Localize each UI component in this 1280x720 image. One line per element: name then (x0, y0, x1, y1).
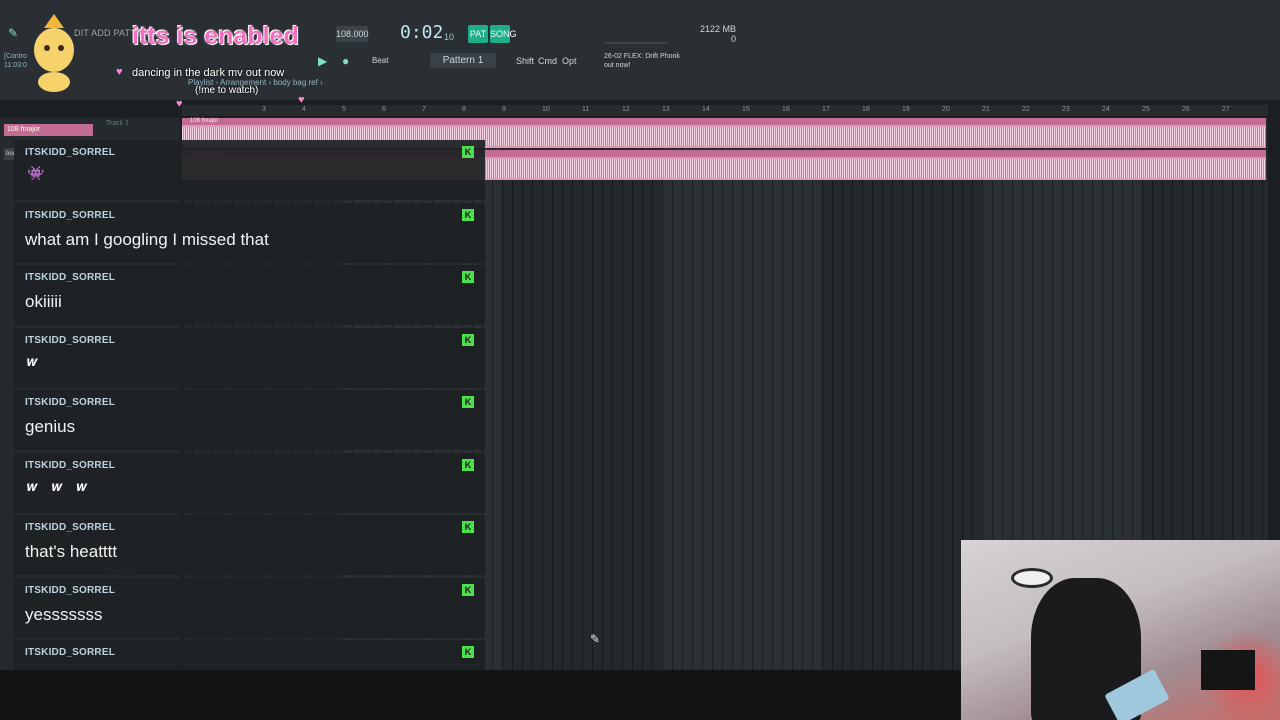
chat-text: okiiiii (25, 292, 62, 311)
ruler-bar-number: 4 (302, 106, 306, 113)
time-display: 0:02 (400, 22, 444, 43)
ruler-bar-number: 13 (662, 106, 670, 113)
chat-message: ITSKIDD_SORREL Kthat's heatttt (14, 515, 485, 575)
chat-message: ITSKIDD_SORREL Kokiiiii (14, 265, 485, 325)
pattern-selector[interactable]: Pattern 1 (430, 53, 496, 68)
cpu-memory-meter: 2122 MB 0 (700, 24, 737, 44)
chat-text: yesssssss (25, 604, 103, 624)
ruler-bar-number: 15 (742, 106, 750, 113)
ruler-bar-number: 21 (982, 106, 990, 113)
shift-key[interactable]: Shift (516, 54, 534, 68)
tempo-display[interactable]: 108.000 (336, 26, 369, 42)
chat-username: ITSKIDD_SORREL (25, 459, 116, 471)
cursor-icon: ✎ (590, 632, 601, 646)
kick-badge-icon: K (462, 646, 474, 658)
time-frames: 10 (444, 32, 455, 42)
chat-username: ITSKIDD_SORREL (25, 647, 116, 658)
snap-beat-label[interactable]: Beat (372, 56, 388, 65)
ruler-bar-number: 26 (1182, 106, 1190, 113)
waveform-monitor (604, 28, 668, 44)
ruler-bar-number: 8 (462, 106, 466, 113)
stream-chat-overlay: ITSKIDD_SORREL K 👾 ITSKIDD_SORREL Kwhat am I… (14, 140, 485, 700)
ruler-bar-number: 17 (822, 106, 830, 113)
kick-badge-icon: K (462, 208, 474, 221)
chat-message: ITSKIDD_SORREL K𝒘 𝒘 𝒘 (14, 452, 485, 513)
track-label[interactable]: Track 1 (106, 120, 129, 127)
chat-text: that's heatttt (25, 542, 118, 561)
chat-username: ITSKIDD_SORREL (25, 522, 116, 533)
heart-icon: ♥ (116, 66, 123, 78)
ruler-bar-number: 12 (622, 106, 630, 113)
watch-command-hint: (!me to watch) (195, 85, 259, 96)
chat-username: ITSKIDD_SORREL (25, 334, 116, 346)
chat-username: ITSKIDD_SORREL (25, 584, 116, 596)
chat-text: what am I googling I missed that (25, 229, 269, 249)
kick-badge-icon: K (462, 271, 474, 283)
ruler-bar-number: 3 (262, 106, 266, 113)
mascot-sticker-icon (34, 14, 74, 92)
bottom-bar (0, 670, 961, 720)
ruler-bar-number: 7 (422, 106, 426, 113)
news-ticker[interactable]: 26-02 FLEX: Drift Phonk out now! (604, 52, 680, 70)
chat-username: ITSKIDD_SORREL (25, 272, 116, 283)
ruler-bar-number: 9 (502, 106, 506, 113)
play-icon[interactable]: ▶ (318, 54, 327, 68)
chat-message: ITSKIDD_SORREL Kgenius (14, 390, 485, 450)
opt-key[interactable]: Opt (562, 54, 577, 68)
ruler-bar-number: 10 (542, 106, 550, 113)
chat-username: ITSKIDD_SORREL (25, 209, 116, 221)
kick-badge-icon: K (462, 521, 474, 533)
chat-emote-icon: 𝒘 (27, 352, 43, 369)
ruler-bar-number: 5 (342, 106, 346, 113)
ruler-bar-number: 22 (1022, 106, 1030, 113)
chat-emote-icon: 👾 (27, 165, 50, 181)
ruler-bar-number: 20 (942, 106, 950, 113)
monitor-screen (1201, 650, 1255, 690)
kick-badge-icon: K (462, 458, 474, 471)
kick-badge-icon: K (462, 396, 474, 408)
stream-overlay-title: itts is enabled (132, 22, 299, 50)
clip-title: 108 fmajor (182, 118, 1266, 125)
timeline-ruler[interactable]: 3 4 5 6 7 8 9 10 11 12 13 14 15 16 17 18 19 20 21 22 23 24 25 2… (182, 105, 1268, 116)
webcam-feed (961, 540, 1280, 720)
kick-badge-icon: K (462, 333, 474, 346)
pencil-icon[interactable]: ✎ (8, 26, 18, 40)
ruler-bar-number: 11 (582, 106, 590, 113)
song-mode-button[interactable]: SONG (490, 25, 517, 43)
ruler-bar-number: 23 (1062, 106, 1070, 113)
ruler-bar-number: 24 (1102, 106, 1110, 113)
ruler-bar-number: 27 (1222, 106, 1230, 113)
playlist-pattern-label[interactable]: 108 fmajor (4, 124, 93, 136)
ruler-bar-number: 19 (902, 106, 910, 113)
chat-text: genius (25, 417, 76, 436)
chat-message: ITSKIDD_SORREL Kyesssssss (14, 577, 485, 638)
ceiling-lamp (1011, 568, 1053, 588)
clock-readout: [Contro 11:03:0 (4, 53, 27, 69)
kick-badge-icon: K (462, 583, 474, 596)
pattern-mode-button[interactable]: PAT (468, 25, 488, 43)
chat-message: ITSKIDD_SORREL Kwhat am I googling I miss… (14, 202, 485, 263)
fl-toolbar: ✎ DIT ADD PATTERN itts is enabled 108.00… (0, 0, 1280, 114)
ruler-bar-number: 6 (382, 106, 386, 113)
ruler-bar-number: 25 (1142, 106, 1150, 113)
chat-emote-icon: 𝒘 𝒘 𝒘 (27, 477, 93, 494)
record-icon[interactable]: ● (342, 54, 349, 68)
chat-username: ITSKIDD_SORREL (25, 397, 116, 408)
chat-message: ITSKIDD_SORREL K 👾 (14, 140, 485, 200)
cmd-key[interactable]: Cmd (538, 54, 557, 68)
ruler-bar-number: 18 (862, 106, 870, 113)
ruler-bar-number: 16 (782, 106, 790, 113)
chat-username: ITSKIDD_SORREL (25, 147, 116, 158)
ruler-bar-number: 14 (702, 106, 710, 113)
kick-badge-icon: K (462, 146, 474, 158)
chat-message: ITSKIDD_SORREL K𝒘 (14, 327, 485, 388)
